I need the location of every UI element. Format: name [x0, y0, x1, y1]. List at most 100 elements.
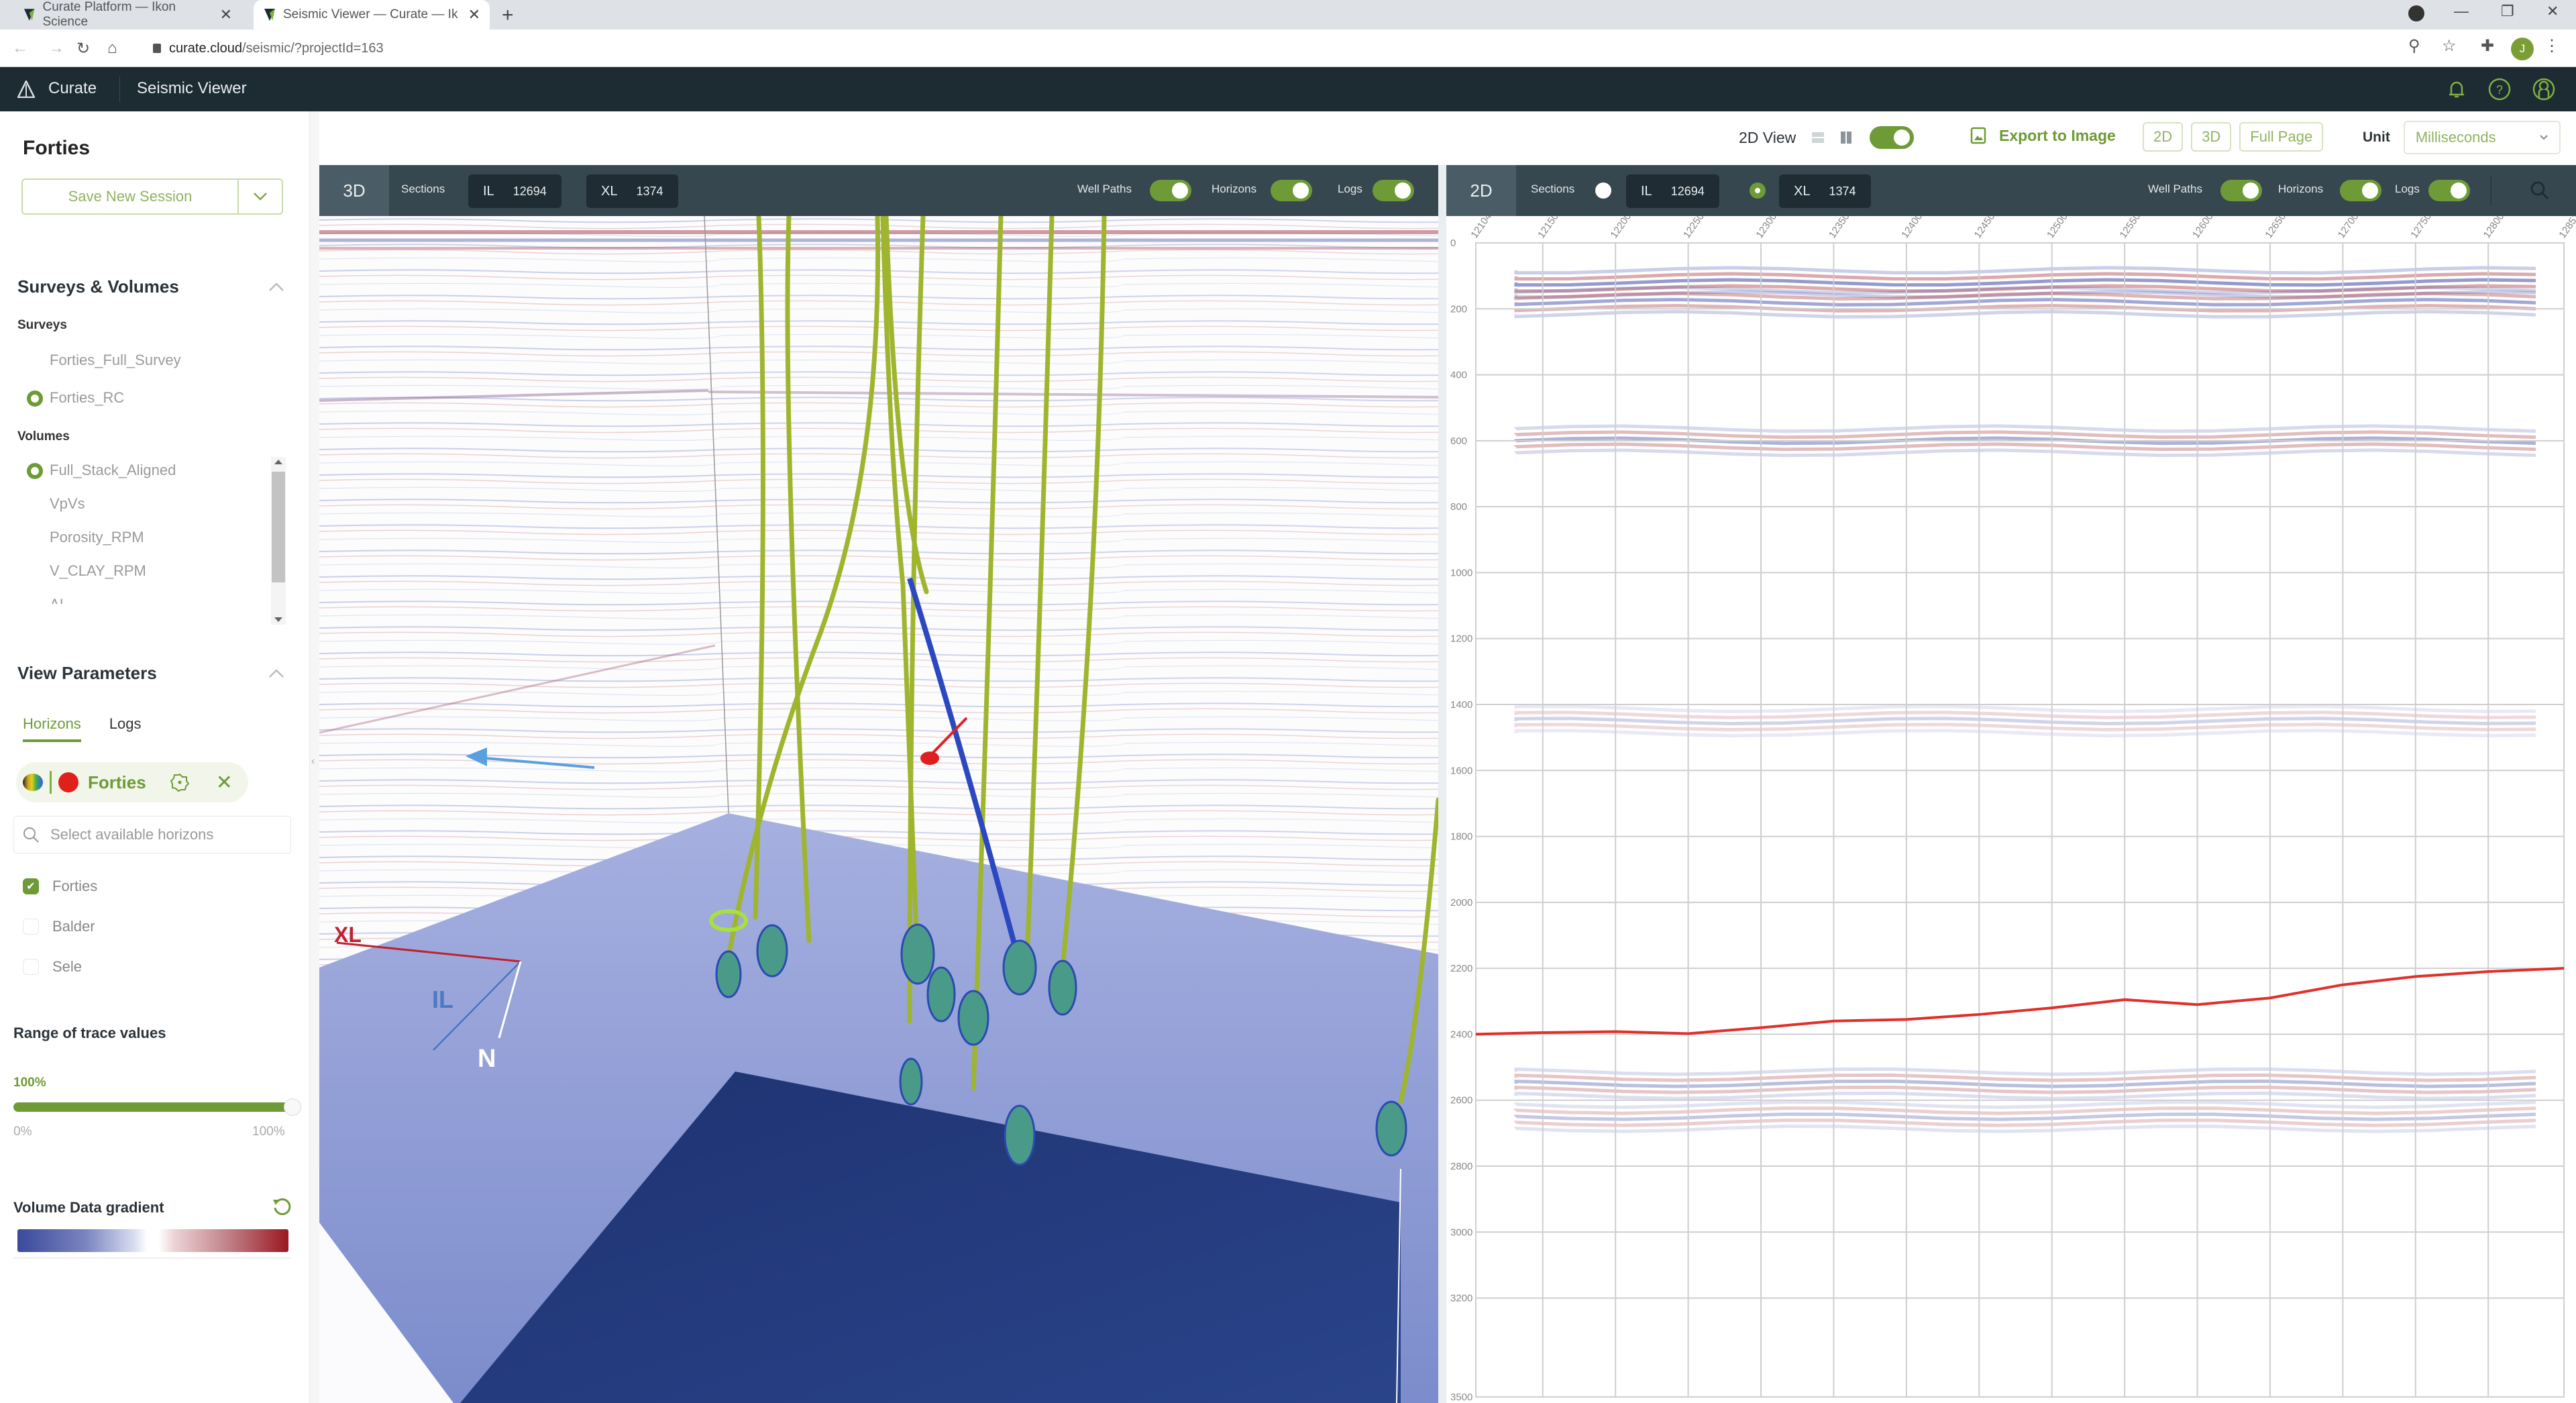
logs-toggle[interactable]	[1373, 180, 1414, 201]
collapse-sidebar-chevron-icon[interactable]: ‹	[311, 756, 315, 768]
slider-fill	[13, 1102, 292, 1112]
unit-select[interactable]: Milliseconds	[2403, 121, 2561, 154]
survey-item[interactable]: Forties_Full_Survey	[50, 352, 181, 369]
zoom-search-icon[interactable]	[2529, 180, 2551, 201]
extensions-icon[interactable]: ✚	[2481, 36, 2494, 56]
url-field[interactable]: curate.cloud/seismic/?projectId=163	[148, 35, 2428, 62]
colormap-icon[interactable]	[23, 774, 43, 791]
browser-menu-icon[interactable]: ⋮	[2544, 36, 2560, 56]
checkbox[interactable]	[23, 919, 39, 935]
minimize-icon[interactable]: —	[2454, 3, 2469, 20]
checkbox[interactable]	[23, 959, 39, 975]
tab-horizons[interactable]: Horizons	[23, 715, 81, 742]
zoom-lens-icon[interactable]: ⚲	[2408, 36, 2420, 56]
close-tab-icon[interactable]: ✕	[220, 6, 232, 23]
panel-resize-divider[interactable]	[1438, 165, 1446, 1403]
reload-icon[interactable]: ↻	[76, 39, 90, 58]
volumes-scrollbar[interactable]	[271, 457, 286, 625]
help-icon[interactable]: ?	[2487, 77, 2512, 101]
inline-selector[interactable]: IL 12694	[1626, 174, 1719, 208]
log-marker[interactable]	[1048, 959, 1077, 1016]
log-marker[interactable]	[1375, 1100, 1407, 1157]
trace-range-slider[interactable]	[13, 1098, 301, 1116]
volume-item[interactable]: VpVs	[50, 495, 85, 513]
2d-view-toggle[interactable]	[1870, 126, 1915, 149]
remove-horizon-icon[interactable]: ✕	[216, 771, 233, 794]
y-tick-label: 2800	[1450, 1161, 1472, 1172]
log-marker[interactable]	[1004, 1104, 1036, 1166]
3d-scene[interactable]: XL IL N	[319, 216, 1438, 1403]
crossline-selector[interactable]: XL 1374	[586, 174, 678, 208]
survey-item[interactable]: Forties_RC	[50, 389, 124, 407]
layout-full-page-button[interactable]: Full Page	[2239, 122, 2324, 152]
selected-volume-radio[interactable]	[27, 463, 43, 479]
3d-viewport[interactable]: XL IL N	[319, 216, 1438, 1403]
collapse-view-params-chevron-icon[interactable]	[268, 668, 284, 679]
log-marker[interactable]	[1002, 939, 1037, 996]
volume-item[interactable]: AI	[50, 596, 64, 604]
side-by-side-layout-icon[interactable]	[1839, 130, 1854, 145]
app-brand[interactable]: Curate	[48, 79, 97, 98]
gear-icon[interactable]	[170, 773, 189, 792]
home-icon[interactable]: ⌂	[107, 39, 117, 58]
scroll-up-arrow-icon[interactable]	[274, 460, 282, 464]
user-account-icon[interactable]	[2532, 77, 2556, 101]
horizon-option[interactable]: Balder	[23, 918, 95, 935]
horizons-toggle[interactable]	[2340, 180, 2381, 201]
2d-section-viewport[interactable]: 12104 12150 12200 12250 12300 12350 12400 12450…	[1446, 216, 2576, 1403]
inline-selector[interactable]: IL 12694	[468, 174, 561, 208]
tab-logs[interactable]: Logs	[109, 715, 142, 742]
volume-gradient-bar[interactable]	[17, 1229, 288, 1252]
back-icon[interactable]: ←	[12, 39, 28, 58]
horizon-color-swatch[interactable]	[58, 772, 78, 792]
media-control-icon[interactable]	[2408, 5, 2424, 21]
well-paths-toggle[interactable]	[1150, 180, 1191, 201]
log-marker[interactable]	[899, 1057, 923, 1106]
log-marker[interactable]	[715, 950, 742, 998]
browser-tab-seismic-viewer[interactable]: Seismic Viewer — Curate — Ikon ✕	[254, 0, 490, 30]
reset-gradient-icon[interactable]	[271, 1196, 292, 1217]
crossline-section-radio-selected[interactable]	[1750, 183, 1766, 199]
export-to-image-button[interactable]: Export to Image	[1970, 126, 2116, 145]
collapse-surveys-chevron-icon[interactable]	[268, 282, 284, 293]
logs-toggle[interactable]	[2428, 180, 2470, 201]
stacked-layout-icon[interactable]	[1811, 130, 1825, 145]
browser-tab-curate-platform[interactable]: Curate Platform — Ikon Science ✕	[13, 0, 241, 30]
sidebar-collapse-rail[interactable]: ‹	[310, 111, 319, 1403]
surveys-volumes-heading[interactable]: Surveys & Volumes	[17, 276, 179, 297]
session-dropdown-button[interactable]	[239, 180, 282, 213]
profile-avatar[interactable]: J	[2511, 38, 2534, 60]
crossline-selector[interactable]: XL 1374	[1779, 174, 1871, 208]
new-tab-icon[interactable]: +	[502, 4, 514, 27]
horizons-label: Horizons	[1212, 183, 1257, 195]
horizons-toggle[interactable]	[1271, 180, 1312, 201]
horizon-option[interactable]: ✔ Forties	[23, 878, 97, 895]
log-marker[interactable]	[756, 924, 788, 978]
restore-icon[interactable]: ❐	[2501, 3, 2514, 20]
log-marker[interactable]	[926, 966, 956, 1023]
slider-handle[interactable]	[284, 1098, 301, 1116]
layout-3d-button[interactable]: 3D	[2191, 122, 2232, 152]
checkbox-checked[interactable]: ✔	[23, 878, 39, 894]
horizon-option[interactable]: Sele	[23, 958, 82, 976]
forward-icon[interactable]: →	[48, 39, 64, 58]
volume-item[interactable]: Full_Stack_Aligned	[50, 462, 176, 479]
bell-icon[interactable]	[2445, 77, 2469, 101]
volume-item[interactable]: Porosity_RPM	[50, 529, 144, 546]
close-tab-icon[interactable]: ✕	[468, 6, 480, 23]
view-parameters-heading[interactable]: View Parameters	[17, 663, 157, 684]
volume-item[interactable]: V_CLAY_RPM	[50, 562, 146, 580]
log-marker[interactable]	[900, 923, 935, 985]
inline-section-radio[interactable]	[1595, 183, 1611, 199]
log-marker[interactable]	[957, 990, 989, 1046]
layout-2d-button[interactable]: 2D	[2143, 122, 2184, 152]
selected-survey-radio[interactable]	[27, 391, 43, 407]
window-close-icon[interactable]: ✕	[2546, 3, 2559, 20]
bookmark-star-icon[interactable]: ☆	[2442, 36, 2457, 56]
seismic-section-chart[interactable]: 12104 12150 12200 12250 12300 12350 12400 12450…	[1446, 216, 2576, 1403]
save-new-session-button[interactable]: Save New Session	[23, 180, 239, 213]
well-paths-toggle[interactable]	[2220, 180, 2262, 201]
scroll-down-arrow-icon[interactable]	[274, 617, 282, 622]
scrollbar-thumb[interactable]	[272, 472, 285, 582]
horizon-search-input[interactable]	[50, 826, 278, 843]
